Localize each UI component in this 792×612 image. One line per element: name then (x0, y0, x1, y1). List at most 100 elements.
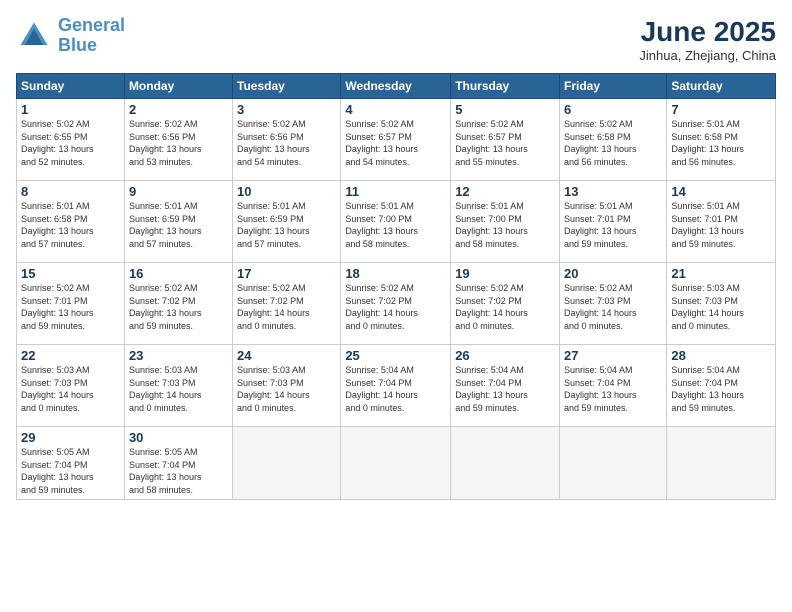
day-number: 27 (564, 348, 662, 363)
header-saturday: Saturday (667, 74, 776, 99)
day-number: 5 (455, 102, 555, 117)
day-number: 17 (237, 266, 336, 281)
day-info: Sunrise: 5:01 AMSunset: 6:58 PMDaylight:… (21, 200, 120, 250)
calendar-cell: 15Sunrise: 5:02 AMSunset: 7:01 PMDayligh… (17, 263, 125, 345)
day-info: Sunrise: 5:03 AMSunset: 7:03 PMDaylight:… (237, 364, 336, 414)
header-wednesday: Wednesday (341, 74, 451, 99)
header-monday: Monday (124, 74, 232, 99)
title-block: June 2025 Jinhua, Zhejiang, China (639, 16, 776, 63)
day-info: Sunrise: 5:02 AMSunset: 6:57 PMDaylight:… (455, 118, 555, 168)
day-number: 10 (237, 184, 336, 199)
calendar-cell: 10Sunrise: 5:01 AMSunset: 6:59 PMDayligh… (233, 181, 341, 263)
calendar-cell: 14Sunrise: 5:01 AMSunset: 7:01 PMDayligh… (667, 181, 776, 263)
calendar-cell: 19Sunrise: 5:02 AMSunset: 7:02 PMDayligh… (451, 263, 560, 345)
day-number: 23 (129, 348, 228, 363)
day-info: Sunrise: 5:02 AMSunset: 7:03 PMDaylight:… (564, 282, 662, 332)
day-number: 13 (564, 184, 662, 199)
day-number: 14 (671, 184, 771, 199)
location: Jinhua, Zhejiang, China (639, 48, 776, 63)
day-number: 20 (564, 266, 662, 281)
day-info: Sunrise: 5:02 AMSunset: 6:56 PMDaylight:… (129, 118, 228, 168)
calendar-cell (233, 427, 341, 500)
day-info: Sunrise: 5:01 AMSunset: 6:59 PMDaylight:… (129, 200, 228, 250)
header-tuesday: Tuesday (233, 74, 341, 99)
calendar-cell: 26Sunrise: 5:04 AMSunset: 7:04 PMDayligh… (451, 345, 560, 427)
calendar-cell: 13Sunrise: 5:01 AMSunset: 7:01 PMDayligh… (560, 181, 667, 263)
day-number: 25 (345, 348, 446, 363)
day-number: 12 (455, 184, 555, 199)
logo-text: General Blue (58, 16, 125, 56)
day-info: Sunrise: 5:03 AMSunset: 7:03 PMDaylight:… (21, 364, 120, 414)
calendar-cell: 28Sunrise: 5:04 AMSunset: 7:04 PMDayligh… (667, 345, 776, 427)
day-info: Sunrise: 5:02 AMSunset: 6:56 PMDaylight:… (237, 118, 336, 168)
day-info: Sunrise: 5:02 AMSunset: 6:55 PMDaylight:… (21, 118, 120, 168)
day-info: Sunrise: 5:01 AMSunset: 7:00 PMDaylight:… (455, 200, 555, 250)
day-info: Sunrise: 5:02 AMSunset: 6:57 PMDaylight:… (345, 118, 446, 168)
logo-general: General (58, 15, 125, 35)
calendar-cell: 18Sunrise: 5:02 AMSunset: 7:02 PMDayligh… (341, 263, 451, 345)
header-friday: Friday (560, 74, 667, 99)
day-info: Sunrise: 5:05 AMSunset: 7:04 PMDaylight:… (21, 446, 120, 496)
day-info: Sunrise: 5:04 AMSunset: 7:04 PMDaylight:… (671, 364, 771, 414)
calendar-cell: 1Sunrise: 5:02 AMSunset: 6:55 PMDaylight… (17, 99, 125, 181)
day-info: Sunrise: 5:02 AMSunset: 7:02 PMDaylight:… (455, 282, 555, 332)
calendar-cell: 12Sunrise: 5:01 AMSunset: 7:00 PMDayligh… (451, 181, 560, 263)
calendar-cell: 29Sunrise: 5:05 AMSunset: 7:04 PMDayligh… (17, 427, 125, 500)
day-info: Sunrise: 5:04 AMSunset: 7:04 PMDaylight:… (564, 364, 662, 414)
calendar-cell: 20Sunrise: 5:02 AMSunset: 7:03 PMDayligh… (560, 263, 667, 345)
calendar-cell (667, 427, 776, 500)
logo: General Blue (16, 16, 125, 56)
calendar-cell: 5Sunrise: 5:02 AMSunset: 6:57 PMDaylight… (451, 99, 560, 181)
weekday-header-row: Sunday Monday Tuesday Wednesday Thursday… (17, 74, 776, 99)
calendar-cell: 16Sunrise: 5:02 AMSunset: 7:02 PMDayligh… (124, 263, 232, 345)
day-info: Sunrise: 5:03 AMSunset: 7:03 PMDaylight:… (671, 282, 771, 332)
calendar-cell: 21Sunrise: 5:03 AMSunset: 7:03 PMDayligh… (667, 263, 776, 345)
day-number: 2 (129, 102, 228, 117)
page-container: General Blue June 2025 Jinhua, Zhejiang,… (0, 0, 792, 612)
logo-blue: Blue (58, 35, 97, 55)
logo-icon (16, 18, 52, 54)
day-number: 18 (345, 266, 446, 281)
calendar-cell: 9Sunrise: 5:01 AMSunset: 6:59 PMDaylight… (124, 181, 232, 263)
calendar-cell: 25Sunrise: 5:04 AMSunset: 7:04 PMDayligh… (341, 345, 451, 427)
day-number: 24 (237, 348, 336, 363)
calendar-cell: 7Sunrise: 5:01 AMSunset: 6:58 PMDaylight… (667, 99, 776, 181)
day-number: 28 (671, 348, 771, 363)
header-sunday: Sunday (17, 74, 125, 99)
day-info: Sunrise: 5:02 AMSunset: 6:58 PMDaylight:… (564, 118, 662, 168)
calendar-cell (451, 427, 560, 500)
calendar-cell: 30Sunrise: 5:05 AMSunset: 7:04 PMDayligh… (124, 427, 232, 500)
calendar-cell: 8Sunrise: 5:01 AMSunset: 6:58 PMDaylight… (17, 181, 125, 263)
day-number: 26 (455, 348, 555, 363)
day-info: Sunrise: 5:04 AMSunset: 7:04 PMDaylight:… (455, 364, 555, 414)
day-info: Sunrise: 5:01 AMSunset: 6:59 PMDaylight:… (237, 200, 336, 250)
day-number: 7 (671, 102, 771, 117)
day-number: 6 (564, 102, 662, 117)
day-info: Sunrise: 5:02 AMSunset: 7:02 PMDaylight:… (237, 282, 336, 332)
day-number: 11 (345, 184, 446, 199)
day-info: Sunrise: 5:05 AMSunset: 7:04 PMDaylight:… (129, 446, 228, 496)
day-info: Sunrise: 5:03 AMSunset: 7:03 PMDaylight:… (129, 364, 228, 414)
calendar-cell: 24Sunrise: 5:03 AMSunset: 7:03 PMDayligh… (233, 345, 341, 427)
calendar-cell: 22Sunrise: 5:03 AMSunset: 7:03 PMDayligh… (17, 345, 125, 427)
calendar-cell: 2Sunrise: 5:02 AMSunset: 6:56 PMDaylight… (124, 99, 232, 181)
calendar-cell: 4Sunrise: 5:02 AMSunset: 6:57 PMDaylight… (341, 99, 451, 181)
calendar-table: Sunday Monday Tuesday Wednesday Thursday… (16, 73, 776, 500)
calendar-cell (560, 427, 667, 500)
day-info: Sunrise: 5:04 AMSunset: 7:04 PMDaylight:… (345, 364, 446, 414)
day-number: 3 (237, 102, 336, 117)
header: General Blue June 2025 Jinhua, Zhejiang,… (16, 16, 776, 63)
calendar-cell: 6Sunrise: 5:02 AMSunset: 6:58 PMDaylight… (560, 99, 667, 181)
day-number: 4 (345, 102, 446, 117)
day-info: Sunrise: 5:02 AMSunset: 7:02 PMDaylight:… (129, 282, 228, 332)
month-title: June 2025 (639, 16, 776, 48)
day-number: 9 (129, 184, 228, 199)
calendar-cell: 23Sunrise: 5:03 AMSunset: 7:03 PMDayligh… (124, 345, 232, 427)
day-number: 15 (21, 266, 120, 281)
calendar-cell: 3Sunrise: 5:02 AMSunset: 6:56 PMDaylight… (233, 99, 341, 181)
day-info: Sunrise: 5:02 AMSunset: 7:02 PMDaylight:… (345, 282, 446, 332)
day-info: Sunrise: 5:01 AMSunset: 7:00 PMDaylight:… (345, 200, 446, 250)
calendar-cell: 27Sunrise: 5:04 AMSunset: 7:04 PMDayligh… (560, 345, 667, 427)
day-number: 22 (21, 348, 120, 363)
calendar-cell (341, 427, 451, 500)
